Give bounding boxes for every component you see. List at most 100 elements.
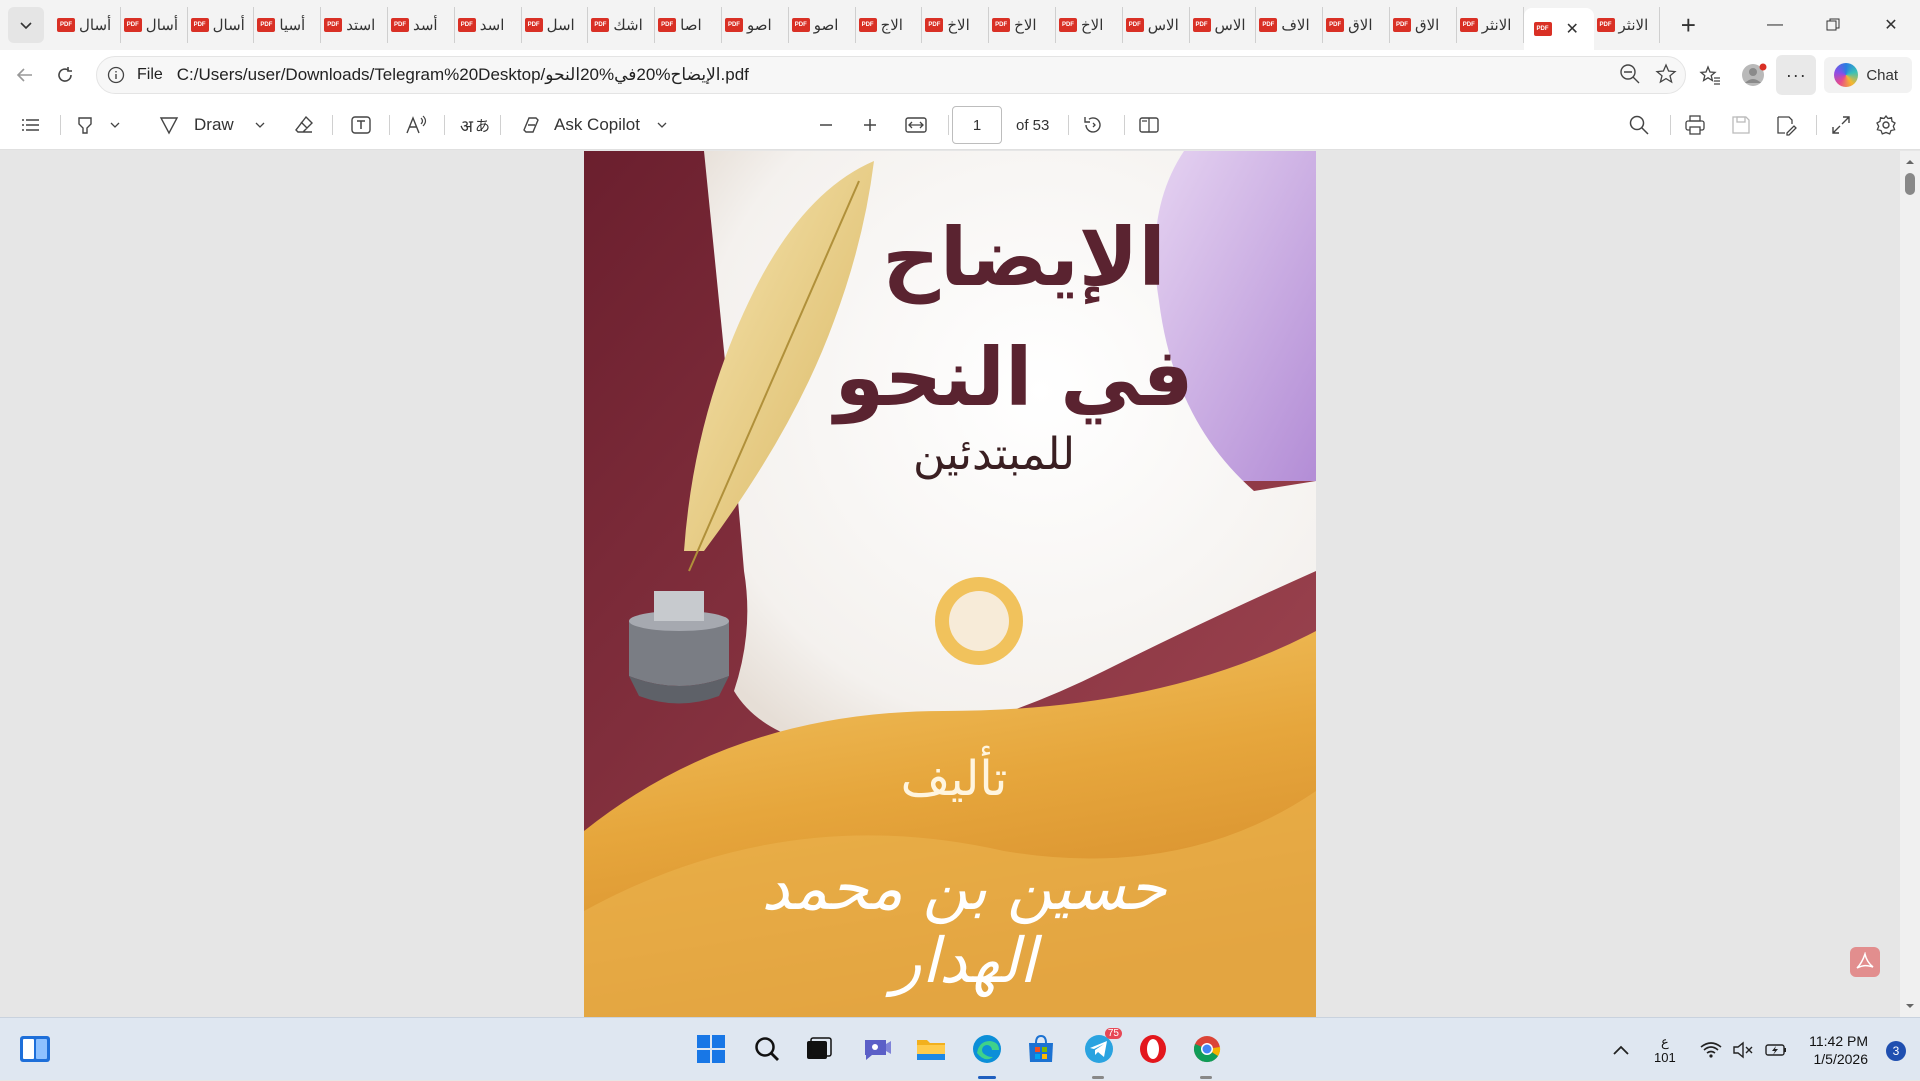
browser-tab[interactable]: PDF أسد <box>388 7 455 43</box>
rotate-icon[interactable] <box>1082 100 1104 150</box>
browser-tab[interactable]: PDF اشك <box>588 7 656 43</box>
input-language[interactable]: ع 101 <box>1654 1018 1676 1081</box>
pdf-file-icon: PDF <box>390 18 409 32</box>
browser-tab[interactable]: PDF اصا <box>655 7 722 43</box>
page-view-icon[interactable] <box>1138 100 1160 150</box>
page-total: of 53 <box>1016 116 1050 134</box>
copilot-outline-icon <box>523 117 539 133</box>
browser-tab[interactable]: PDF الانثر <box>1457 7 1524 43</box>
zoom-out-button[interactable] <box>816 100 836 150</box>
browser-tab[interactable]: PDF اسد <box>455 7 522 43</box>
tab-actions-chevron-icon[interactable] <box>8 7 44 43</box>
fullscreen-icon[interactable] <box>1830 100 1852 150</box>
close-window-icon[interactable]: ✕ <box>1862 0 1920 50</box>
save-icon[interactable] <box>1730 100 1752 150</box>
profile-avatar[interactable] <box>1732 55 1776 95</box>
browser-tab[interactable]: PDF الاس <box>1123 7 1190 43</box>
vertical-scrollbar[interactable] <box>1900 151 1920 1017</box>
chevron-down-icon[interactable] <box>254 119 266 131</box>
back-icon[interactable] <box>5 55 45 95</box>
pdf-file-icon: PDF <box>992 18 1011 32</box>
search-taskbar-icon[interactable] <box>750 1032 784 1066</box>
url-text[interactable]: C:/Users/user/Downloads/Telegram%20Deskt… <box>177 65 749 85</box>
file-explorer-icon[interactable] <box>914 1032 948 1066</box>
browser-tab[interactable]: PDF الاخ <box>1056 7 1123 43</box>
browser-tab[interactable]: PDF الاس <box>1190 7 1257 43</box>
clock-date: 1/5/2026 <box>1813 1051 1869 1067</box>
browser-tab[interactable]: PDF الاف <box>1256 7 1324 43</box>
tab-label: اسد <box>479 17 505 34</box>
opera-icon[interactable] <box>1136 1032 1170 1066</box>
browser-tab[interactable]: PDF الاخ <box>989 7 1056 43</box>
close-tab-icon[interactable]: ✕ <box>1566 19 1579 39</box>
erase-icon[interactable] <box>293 100 315 150</box>
browser-tab[interactable]: PDF استد <box>321 7 388 43</box>
tab-strip: PDF أسال PDF أسال PDF أسال PDF أسيا PDF استد PDF أس… <box>0 0 1920 50</box>
print-icon[interactable] <box>1684 100 1706 150</box>
chrome-icon[interactable] <box>1190 1032 1224 1066</box>
tab-label: الاس <box>1147 17 1179 34</box>
zoom-out-icon[interactable] <box>1619 63 1641 90</box>
search-icon[interactable] <box>1628 100 1650 150</box>
widgets-icon[interactable] <box>18 1032 52 1066</box>
browser-tab-active[interactable]: PDFالإيد✕ <box>1523 8 1594 50</box>
browser-tab[interactable]: PDF اصو <box>722 7 789 43</box>
chevron-down-icon[interactable] <box>656 119 668 131</box>
window-controls: — ✕ <box>1746 0 1920 50</box>
cover-author-name: حسين بن محمد الهدار <box>761 851 1167 997</box>
page-number-input[interactable]: 1 <box>952 106 1002 144</box>
highlight-button[interactable] <box>75 100 121 150</box>
notification-badge[interactable]: 3 <box>1886 1041 1906 1061</box>
browser-tab[interactable]: PDF أسال <box>121 7 188 43</box>
show-hidden-icons-chevron-icon[interactable] <box>1612 1018 1630 1081</box>
browser-tab[interactable]: PDF الاخ <box>922 7 990 43</box>
browser-tab[interactable]: PDF الاج <box>856 7 923 43</box>
site-info-icon[interactable] <box>107 66 125 84</box>
browser-tab[interactable]: PDF الاق <box>1323 7 1390 43</box>
pdf-file-icon: PDF <box>57 18 75 32</box>
browser-tab[interactable]: PDF اصو <box>789 7 856 43</box>
scrollbar-thumb[interactable] <box>1905 173 1915 195</box>
refresh-icon[interactable] <box>45 55 85 95</box>
telegram-icon[interactable]: 75 <box>1082 1028 1122 1066</box>
zoom-in-button[interactable] <box>860 100 880 150</box>
task-view-icon[interactable] <box>802 1032 836 1066</box>
wifi-icon <box>1700 1041 1722 1058</box>
contents-icon[interactable] <box>20 100 42 150</box>
browser-tab[interactable]: PDF اسل <box>522 7 589 43</box>
draw-icon <box>159 117 179 135</box>
pdf-file-icon: PDF <box>1192 18 1211 32</box>
teams-meet-icon[interactable] <box>860 1032 894 1066</box>
restore-icon[interactable] <box>1804 0 1862 50</box>
settings-gear-icon[interactable] <box>1875 100 1897 150</box>
ask-copilot-button[interactable]: Ask Copilot <box>520 100 668 150</box>
save-as-icon[interactable] <box>1775 100 1797 150</box>
pdf-viewer[interactable]: الإيضاح في النحو للمبتدئين تأليف حسين بن… <box>0 151 1920 1017</box>
chevron-down-icon[interactable] <box>109 119 121 131</box>
microsoft-store-icon[interactable] <box>1024 1032 1058 1066</box>
more-options-icon[interactable]: ··· <box>1776 55 1817 95</box>
address-bar[interactable]: File C:/Users/user/Downloads/Telegram%20… <box>96 56 1686 94</box>
copilot-chat-button[interactable]: Chat <box>1824 57 1912 93</box>
browser-tab[interactable]: PDF أسال <box>188 7 255 43</box>
start-windows-icon[interactable] <box>694 1032 728 1066</box>
edge-browser-icon[interactable] <box>970 1032 1004 1066</box>
scheme-label: File <box>137 66 163 83</box>
minimize-icon[interactable]: — <box>1746 0 1804 50</box>
pdf-file-icon: PDF <box>190 18 209 32</box>
favorite-star-icon[interactable] <box>1655 63 1677 90</box>
acrobat-icon[interactable] <box>1850 947 1880 977</box>
system-tray-quick-settings[interactable] <box>1700 1018 1788 1081</box>
read-aloud-icon[interactable] <box>405 100 429 150</box>
browser-tab[interactable]: PDF الاق <box>1390 7 1457 43</box>
add-text-icon[interactable] <box>350 100 372 150</box>
new-tab-button[interactable]: + <box>1670 7 1706 43</box>
draw-button[interactable]: Draw <box>158 100 266 150</box>
translate-icon[interactable]: अあ <box>460 100 490 150</box>
browser-tab[interactable]: PDF الانثر <box>1594 7 1661 43</box>
fit-width-icon[interactable] <box>904 100 928 150</box>
clock[interactable]: 11:42 PM 1/5/2026 <box>1809 1032 1868 1068</box>
browser-tab[interactable]: PDF أسيا <box>254 7 322 43</box>
favorites-icon[interactable] <box>1688 55 1732 95</box>
browser-tab[interactable]: PDF أسال <box>54 7 121 43</box>
